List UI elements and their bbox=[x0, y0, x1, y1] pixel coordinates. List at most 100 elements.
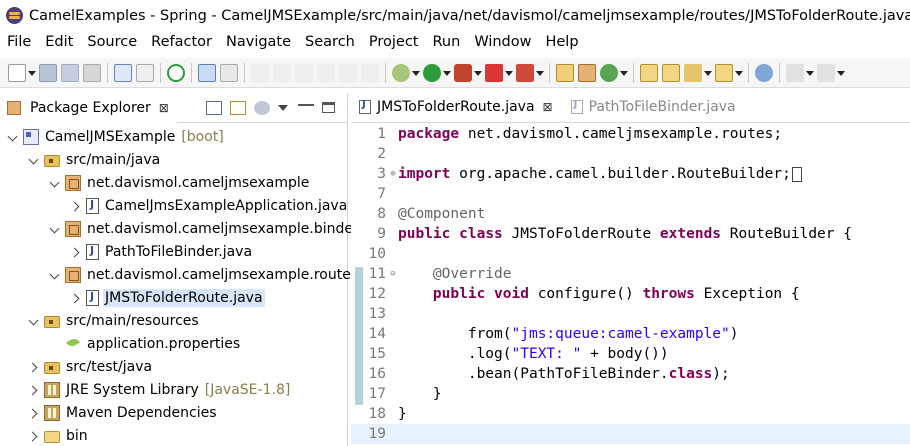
search-dropdown[interactable] bbox=[704, 64, 712, 82]
tree-item[interactable]: net.davismol.cameljmsexample bbox=[0, 171, 348, 194]
previous-annotation-dropdown[interactable] bbox=[837, 64, 845, 82]
drop-frame-icon[interactable] bbox=[361, 63, 379, 82]
collapse-arrow-icon[interactable] bbox=[28, 360, 42, 374]
print-icon[interactable] bbox=[83, 63, 101, 82]
checklist-icon[interactable] bbox=[136, 63, 154, 82]
code-line[interactable]: 3 ⊕ import org.apache.camel.builder.RouteB… bbox=[351, 164, 910, 184]
open-folder-icon[interactable] bbox=[715, 63, 733, 82]
previous-annotation-icon[interactable] bbox=[817, 63, 835, 82]
code-editor[interactable]: 1 package net.davismol.cameljmsexample.ro… bbox=[351, 124, 910, 444]
external-tools-icon[interactable] bbox=[516, 63, 534, 82]
code-line[interactable]: 19 bbox=[351, 424, 910, 444]
new-icon[interactable] bbox=[8, 63, 26, 82]
save-all-icon[interactable] bbox=[61, 63, 79, 82]
collapse-arrow-icon[interactable] bbox=[70, 245, 84, 259]
step-into-icon[interactable] bbox=[295, 63, 313, 82]
save-icon[interactable] bbox=[39, 63, 57, 82]
expand-arrow-icon[interactable] bbox=[49, 222, 63, 236]
new-package-icon[interactable] bbox=[578, 63, 596, 82]
globe-icon[interactable] bbox=[755, 63, 773, 82]
coverage-dropdown[interactable] bbox=[474, 64, 482, 82]
new-java-project-icon[interactable] bbox=[556, 63, 574, 82]
console-icon[interactable] bbox=[114, 63, 132, 82]
code-line[interactable]: 1 package net.davismol.cameljmsexample.ro… bbox=[351, 124, 910, 144]
expand-arrow-icon[interactable] bbox=[49, 268, 63, 282]
tree-item[interactable]: bin bbox=[0, 424, 348, 446]
new-class-dropdown[interactable] bbox=[620, 64, 628, 82]
tree-item[interactable]: PathToFileBinder.java bbox=[0, 240, 348, 263]
external-tools-dropdown[interactable] bbox=[536, 64, 544, 82]
tree-item[interactable]: src/test/java bbox=[0, 355, 348, 378]
brush-icon[interactable] bbox=[273, 63, 291, 82]
menu-project[interactable]: Project bbox=[362, 34, 426, 50]
collapse-arrow-icon[interactable] bbox=[28, 406, 42, 420]
menu-window[interactable]: Window bbox=[467, 34, 538, 50]
filter-icon[interactable] bbox=[254, 100, 270, 115]
expand-arrow-icon[interactable] bbox=[28, 314, 42, 328]
code-line[interactable]: 7 bbox=[351, 184, 910, 204]
code-line[interactable]: 17 } bbox=[351, 384, 910, 404]
tab-jmstofolderroute[interactable]: JMSToFolderRoute.java ⊠ bbox=[351, 92, 563, 122]
menu-file[interactable]: File bbox=[0, 34, 38, 50]
tab-pathtofilebinder[interactable]: PathToFileBinder.java bbox=[563, 92, 746, 122]
menu-help[interactable]: Help bbox=[538, 34, 585, 50]
expand-arrow-icon[interactable] bbox=[28, 153, 42, 167]
tree-item[interactable]: src/main/resources bbox=[0, 309, 348, 332]
menu-edit[interactable]: Edit bbox=[38, 34, 80, 50]
collapse-all-icon[interactable] bbox=[206, 100, 222, 115]
key-icon[interactable] bbox=[251, 63, 269, 82]
maximize-icon[interactable] bbox=[322, 102, 335, 113]
code-line[interactable]: 13 bbox=[351, 304, 910, 324]
tree-item[interactable]: net.davismol.cameljmsexample.routes bbox=[0, 263, 358, 286]
coverage-icon[interactable] bbox=[454, 63, 472, 82]
tab-package-explorer[interactable]: Package Explorer ⊠ bbox=[0, 92, 177, 123]
menu-navigate[interactable]: Navigate bbox=[219, 34, 298, 50]
debug-icon[interactable] bbox=[392, 63, 410, 82]
menu-source[interactable]: Source bbox=[80, 34, 144, 50]
close-icon[interactable]: ⊠ bbox=[543, 100, 553, 114]
stop-icon[interactable] bbox=[485, 63, 503, 82]
code-line[interactable]: 2 bbox=[351, 144, 910, 164]
collapse-arrow-icon[interactable] bbox=[28, 383, 42, 397]
code-line[interactable]: 9 public class JMSToFolderRoute extends R… bbox=[351, 224, 910, 244]
fold-toggle-icon[interactable]: ⊕ bbox=[388, 169, 398, 179]
new-class-icon[interactable] bbox=[600, 63, 618, 82]
new-dropdown[interactable] bbox=[28, 64, 36, 82]
code-line[interactable]: 14 from("jms:queue:camel-example") bbox=[351, 324, 910, 344]
code-line[interactable]: 11 ⊖ @Override bbox=[351, 264, 910, 284]
power-icon[interactable] bbox=[167, 63, 185, 82]
code-line[interactable]: 16 .bean(PathToFileBinder.class); bbox=[351, 364, 910, 384]
run-dropdown[interactable] bbox=[443, 64, 451, 82]
search-icon[interactable] bbox=[684, 63, 702, 82]
open-task-icon[interactable] bbox=[662, 63, 680, 82]
step-over-icon[interactable] bbox=[317, 63, 335, 82]
open-folder-dropdown[interactable] bbox=[735, 64, 743, 82]
code-line[interactable]: 12 public void configure() throws Except… bbox=[351, 284, 910, 304]
code-line[interactable]: 8 @Component bbox=[351, 204, 910, 224]
menu-search[interactable]: Search bbox=[298, 34, 362, 50]
expand-arrow-icon[interactable] bbox=[49, 176, 63, 190]
code-line[interactable]: 10 bbox=[351, 244, 910, 264]
skip-breakpoints-icon[interactable] bbox=[220, 63, 238, 82]
menu-refactor[interactable]: Refactor bbox=[144, 34, 219, 50]
next-annotation-dropdown[interactable] bbox=[806, 64, 814, 82]
tree-item[interactable]: application.properties bbox=[0, 332, 348, 355]
collapse-arrow-icon[interactable] bbox=[70, 199, 84, 213]
tree-item[interactable]: JMSToFolderRoute.java bbox=[0, 286, 348, 309]
collapse-arrow-icon[interactable] bbox=[28, 429, 42, 443]
minimize-icon[interactable] bbox=[298, 103, 314, 106]
link-with-editor-icon[interactable] bbox=[230, 100, 246, 115]
collapsed-imports-marker[interactable] bbox=[791, 166, 802, 182]
tree-item[interactable]: CamelJMSExample [boot] bbox=[0, 125, 348, 148]
debug-dropdown[interactable] bbox=[412, 64, 420, 82]
next-annotation-icon[interactable] bbox=[786, 63, 804, 82]
fold-toggle-icon[interactable]: ⊖ bbox=[388, 269, 398, 279]
open-type-icon[interactable] bbox=[640, 63, 658, 82]
expand-arrow-icon[interactable] bbox=[7, 130, 21, 144]
collapse-arrow-icon[interactable] bbox=[70, 291, 84, 305]
close-icon[interactable]: ⊠ bbox=[159, 101, 169, 115]
view-menu-icon[interactable] bbox=[278, 101, 290, 115]
code-line[interactable]: 15 .log("TEXT: " + body()) bbox=[351, 344, 910, 364]
tree-item[interactable]: CamelJmsExampleApplication.java bbox=[0, 194, 348, 217]
menu-run[interactable]: Run bbox=[426, 34, 468, 50]
